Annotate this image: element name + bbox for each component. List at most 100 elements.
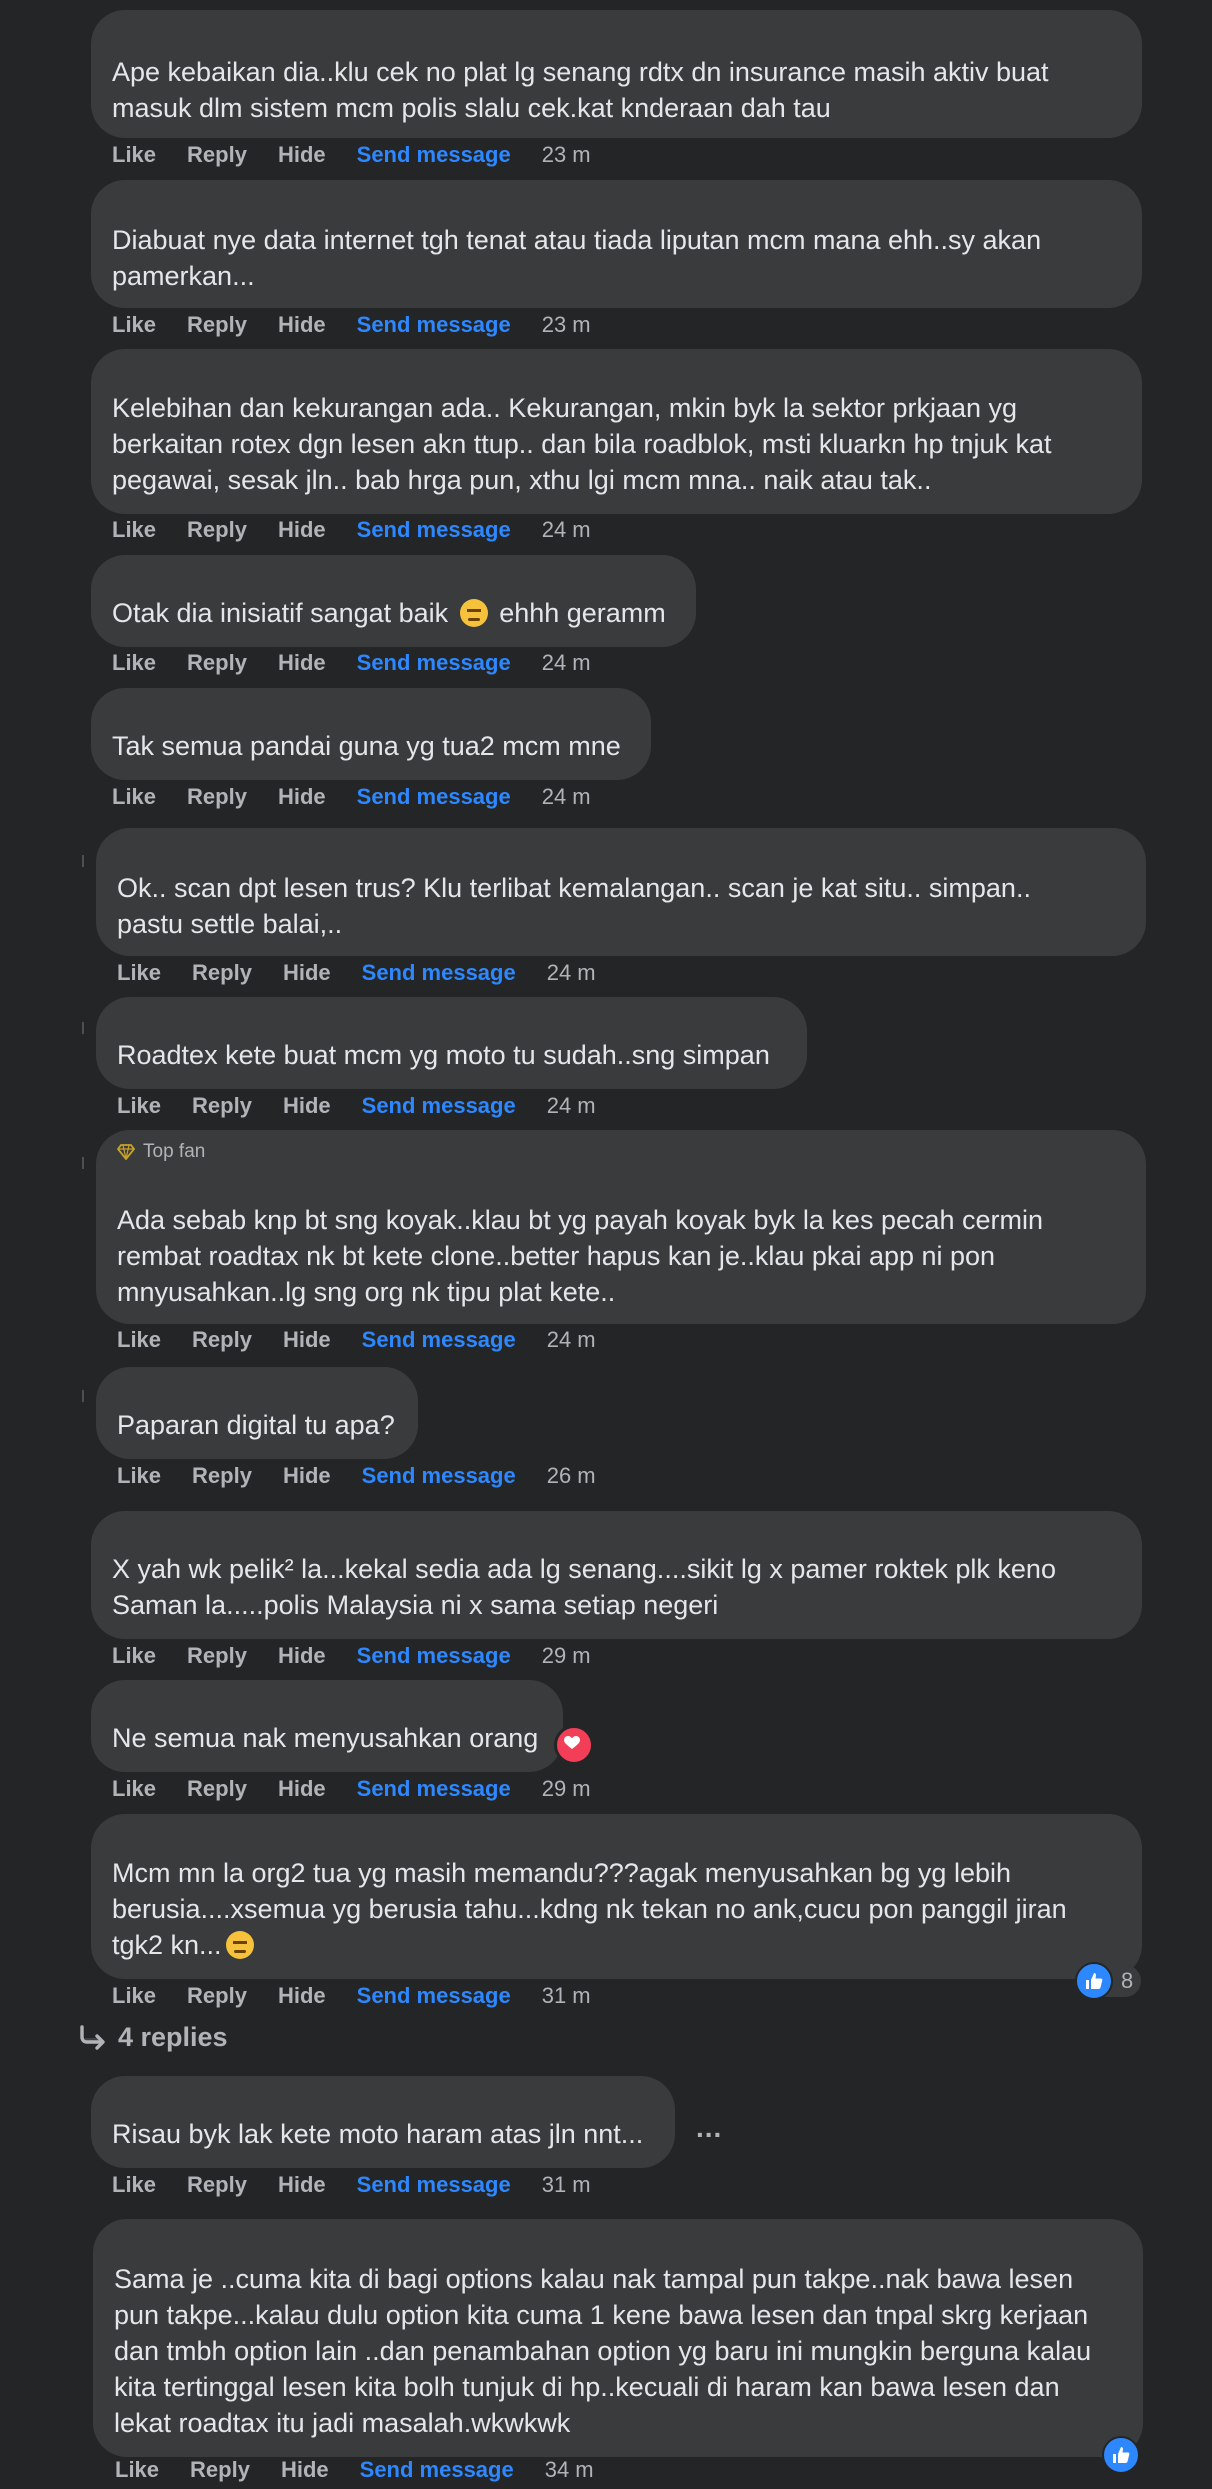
hide-button[interactable]: Hide [278, 312, 326, 338]
timestamp[interactable]: 23 m [542, 142, 591, 168]
like-button[interactable]: Like [112, 312, 156, 338]
comment-text: Kelebihan dan kekurangan ada.. Kekuranga… [112, 393, 1052, 495]
like-button[interactable]: Like [117, 960, 161, 986]
reply-button[interactable]: Reply [187, 1643, 247, 1669]
timestamp[interactable]: 31 m [542, 1983, 591, 2009]
thread-marker [82, 1390, 84, 1402]
reaction-count[interactable]: 8 [1075, 1962, 1142, 2000]
comment-actions: Like Reply Hide Send message 34 m [115, 2455, 625, 2485]
comment-text: Mcm mn la org2 tua yg masih memandu???ag… [112, 1855, 1121, 1963]
send-message-button[interactable]: Send message [362, 1093, 516, 1119]
reply-button[interactable]: Reply [187, 650, 247, 676]
timestamp[interactable]: 26 m [547, 1463, 596, 1489]
send-message-button[interactable]: Send message [357, 650, 511, 676]
hide-button[interactable]: Hide [278, 1983, 326, 2009]
comment-bubble: Sama je ..cuma kita di bagi options kala… [93, 2219, 1143, 2457]
reply-button[interactable]: Reply [187, 2172, 247, 2198]
comment-actions: Like Reply Hide Send message 24 m [117, 1325, 627, 1355]
hide-button[interactable]: Hide [283, 1093, 331, 1119]
timestamp[interactable]: 34 m [545, 2457, 594, 2483]
comment-bubble: Paparan digital tu apa? [96, 1367, 418, 1459]
send-message-button[interactable]: Send message [357, 517, 511, 543]
hide-button[interactable]: Hide [281, 2457, 329, 2483]
timestamp[interactable]: 24 m [547, 1327, 596, 1353]
like-button[interactable]: Like [112, 1643, 156, 1669]
comment-actions: Like Reply Hide Send message 31 m [112, 1981, 622, 2011]
top-fan-badge: Top fan [117, 1141, 205, 1163]
comment-text: Paparan digital tu apa? [117, 1410, 395, 1440]
comment-bubble: Ok.. scan dpt lesen trus? Klu terlibat k… [96, 828, 1146, 956]
reply-button[interactable]: Reply [187, 517, 247, 543]
like-button[interactable]: Like [117, 1327, 161, 1353]
timestamp[interactable]: 29 m [542, 1643, 591, 1669]
like-button[interactable]: Like [117, 1093, 161, 1119]
reply-button[interactable]: Reply [187, 1776, 247, 1802]
hide-button[interactable]: Hide [278, 1776, 326, 1802]
timestamp[interactable]: 24 m [542, 650, 591, 676]
hide-button[interactable]: Hide [278, 517, 326, 543]
send-message-button[interactable]: Send message [357, 1983, 511, 2009]
like-button[interactable]: Like [117, 1463, 161, 1489]
comment-text: Tak semua pandai guna yg tua2 mcm mne [112, 731, 621, 761]
reply-button[interactable]: Reply [192, 1093, 252, 1119]
send-message-button[interactable]: Send message [357, 2172, 511, 2198]
timestamp[interactable]: 24 m [547, 1093, 596, 1119]
comment-actions: Like Reply Hide Send message 24 m [112, 515, 622, 545]
comment-text-part: ehhh geramm [491, 598, 666, 628]
hide-button[interactable]: Hide [283, 1463, 331, 1489]
timestamp[interactable]: 29 m [542, 1776, 591, 1802]
reaction-count-value: 8 [1121, 1968, 1134, 1993]
heart-icon[interactable] [554, 1725, 594, 1765]
send-message-button[interactable]: Send message [357, 312, 511, 338]
send-message-button[interactable]: Send message [357, 142, 511, 168]
hide-button[interactable]: Hide [283, 960, 331, 986]
hide-button[interactable]: Hide [278, 650, 326, 676]
send-message-button[interactable]: Send message [362, 960, 516, 986]
comment-text: Risau byk lak kete moto haram atas jln n… [112, 2119, 644, 2149]
more-options-button[interactable]: ... [696, 2112, 722, 2144]
hide-button[interactable]: Hide [278, 2172, 326, 2198]
hide-button[interactable]: Hide [278, 1643, 326, 1669]
timestamp[interactable]: 24 m [542, 517, 591, 543]
like-button[interactable]: Like [115, 2457, 159, 2483]
comment-actions: Like Reply Hide Send message 24 m [112, 782, 622, 812]
comment-bubble: Kelebihan dan kekurangan ada.. Kekuranga… [91, 349, 1142, 514]
timestamp[interactable]: 31 m [542, 2172, 591, 2198]
reply-button[interactable]: Reply [192, 1463, 252, 1489]
comment-text: Roadtex kete buat mcm yg moto tu sudah..… [117, 1040, 770, 1070]
reply-arrow-icon [80, 2024, 105, 2050]
reply-button[interactable]: Reply [190, 2457, 250, 2483]
reply-button[interactable]: Reply [192, 960, 252, 986]
like-button[interactable]: Like [112, 517, 156, 543]
hide-button[interactable]: Hide [278, 142, 326, 168]
reply-button[interactable]: Reply [187, 142, 247, 168]
comment-bubble: Ape kebaikan dia..klu cek no plat lg sen… [91, 10, 1142, 138]
like-button[interactable]: Like [112, 142, 156, 168]
timestamp[interactable]: 24 m [542, 784, 591, 810]
view-replies-link[interactable]: 4 replies [78, 2022, 228, 2053]
thumbs-up-icon[interactable] [1102, 2436, 1140, 2474]
like-button[interactable]: Like [112, 2172, 156, 2198]
unamused-face-icon [225, 1931, 254, 1959]
send-message-button[interactable]: Send message [357, 1643, 511, 1669]
like-button[interactable]: Like [112, 1983, 156, 2009]
send-message-button[interactable]: Send message [357, 1776, 511, 1802]
send-message-button[interactable]: Send message [362, 1463, 516, 1489]
send-message-button[interactable]: Send message [362, 1327, 516, 1353]
thumbs-up-icon [1075, 1962, 1113, 2000]
timestamp[interactable]: 23 m [542, 312, 591, 338]
reply-button[interactable]: Reply [187, 784, 247, 810]
timestamp[interactable]: 24 m [547, 960, 596, 986]
send-message-button[interactable]: Send message [357, 784, 511, 810]
reply-button[interactable]: Reply [187, 1983, 247, 2009]
comment-bubble: Risau byk lak kete moto haram atas jln n… [91, 2076, 675, 2168]
reply-button[interactable]: Reply [192, 1327, 252, 1353]
reply-button[interactable]: Reply [187, 312, 247, 338]
like-button[interactable]: Like [112, 784, 156, 810]
top-fan-label: Top fan [143, 1141, 206, 1162]
hide-button[interactable]: Hide [278, 784, 326, 810]
like-button[interactable]: Like [112, 650, 156, 676]
like-button[interactable]: Like [112, 1776, 156, 1802]
send-message-button[interactable]: Send message [360, 2457, 514, 2483]
hide-button[interactable]: Hide [283, 1327, 331, 1353]
